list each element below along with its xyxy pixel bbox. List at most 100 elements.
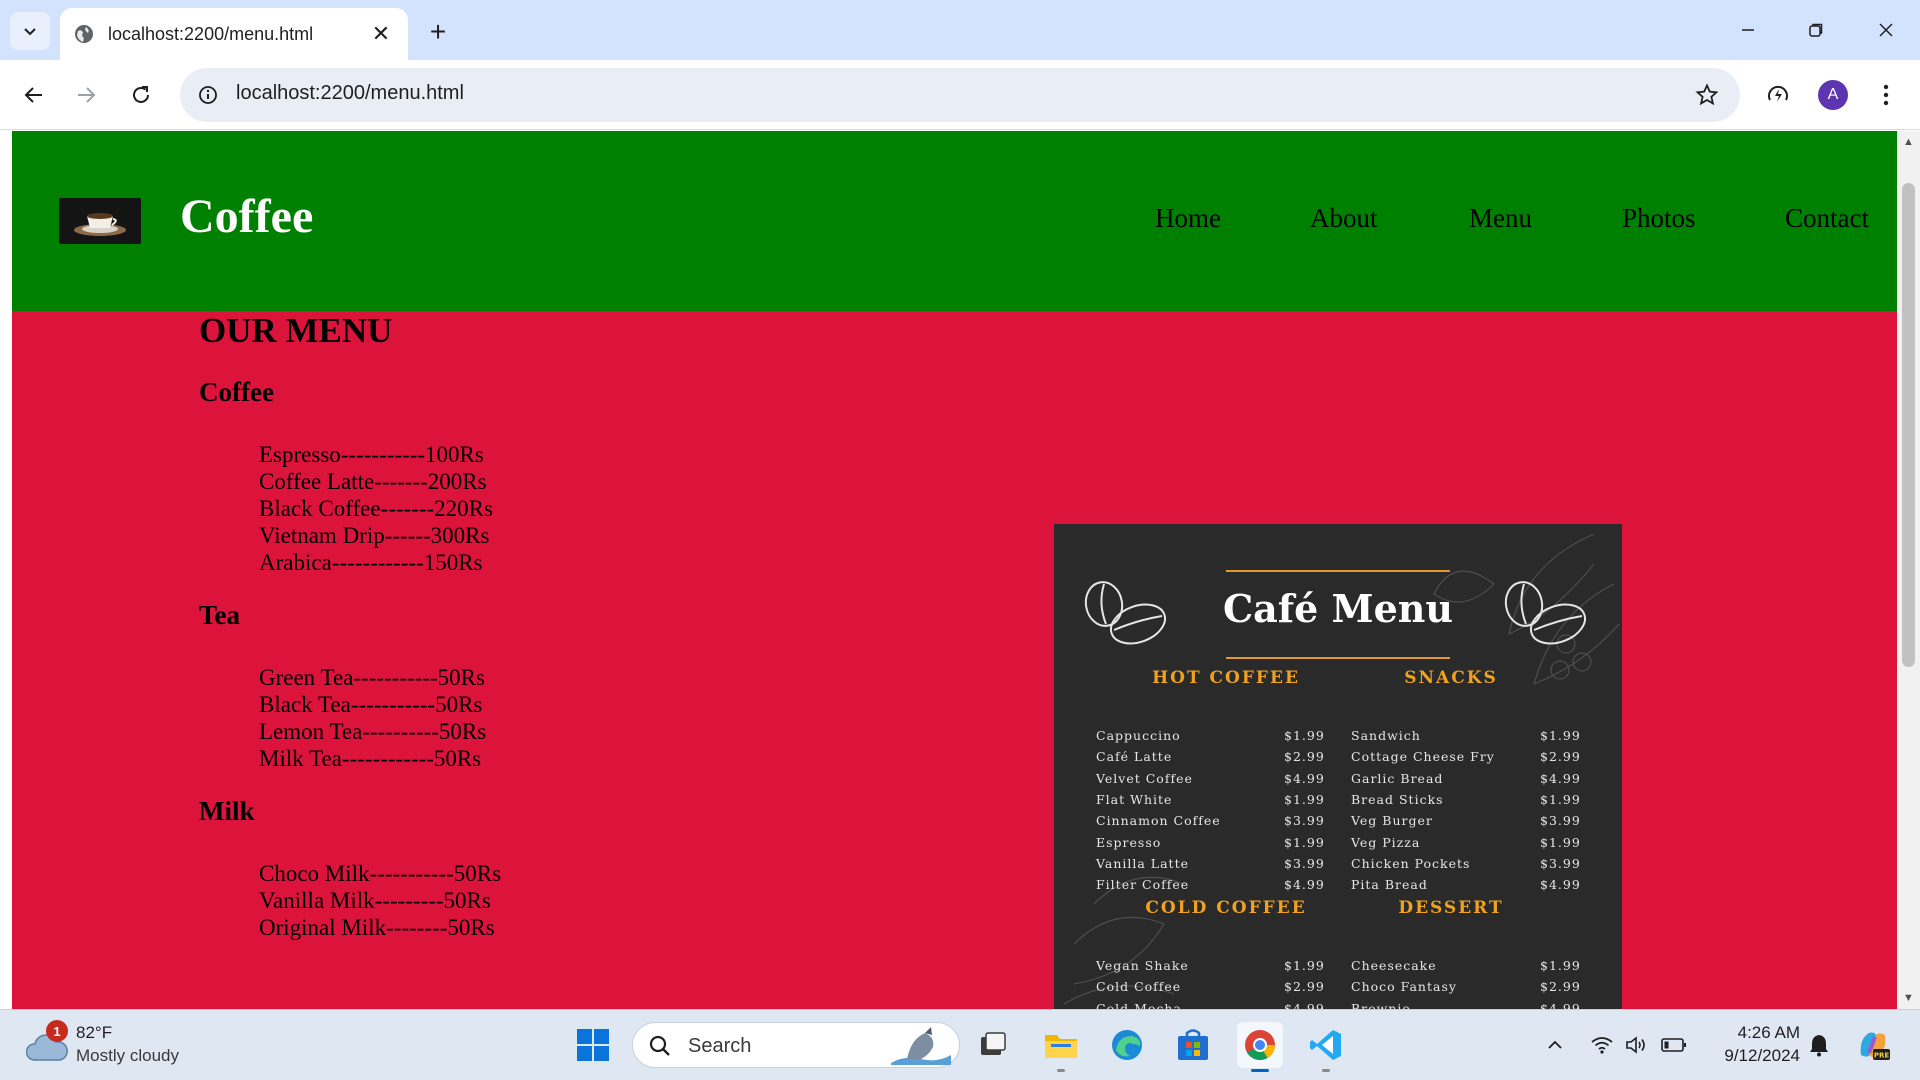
menu-section-title: COLD COFFEE [1145, 898, 1307, 918]
scroll-up-arrow-icon[interactable]: ▲ [1903, 137, 1914, 148]
site-title[interactable]: Coffee [180, 189, 313, 244]
clock-time: 4:26 AM [1737, 1023, 1800, 1042]
menu-item-price: $4.99 [1540, 1000, 1581, 1009]
list-item: Milk Tea------------50Rs [259, 746, 482, 771]
site-info-icon[interactable] [194, 81, 222, 109]
category-title-coffee: Coffee [199, 377, 274, 407]
page-scrollbar[interactable]: ▲ ▼ [1897, 131, 1920, 1009]
active-indicator [1251, 1069, 1269, 1072]
profile-button[interactable]: A [1813, 75, 1853, 115]
nav-menu[interactable]: Menu [1469, 203, 1532, 234]
task-view-button[interactable] [970, 1022, 1016, 1068]
tab-title: localhost:2200/menu.html [108, 23, 314, 44]
system-clock[interactable]: 4:26 AM 9/12/2024 [1700, 1021, 1800, 1067]
close-tab-icon[interactable]: ✕ [366, 19, 396, 49]
menu-item-price: $3.99 [1540, 855, 1581, 871]
list-item: Choco Milk-----------50Rs [259, 861, 502, 886]
menu-item-name: Veg Burger [1351, 813, 1433, 829]
menu-item-name: Cheesecake [1351, 958, 1437, 973]
performance-button[interactable] [1758, 75, 1798, 115]
coffee-cup-logo[interactable] [59, 198, 141, 244]
wifi-status[interactable] [1589, 1032, 1615, 1058]
browser-toolbar: localhost:2200/menu.html A [0, 60, 1920, 130]
speedometer-icon [1768, 85, 1788, 102]
menu-item-price: $4.99 [1540, 770, 1581, 786]
menu-item-name: Vegan Shake [1096, 958, 1189, 973]
browser-tab-strip: localhost:2200/menu.html ✕ + [0, 0, 1920, 60]
category-title-milk: Milk [199, 796, 255, 826]
menu-item-name: Veg Pizza [1351, 834, 1421, 850]
chevron-up-icon [1548, 1040, 1562, 1049]
show-hidden-icons-button[interactable] [1542, 1032, 1568, 1058]
file-explorer-button[interactable] [1038, 1022, 1084, 1072]
scroll-down-arrow-icon[interactable]: ▼ [1903, 993, 1914, 1004]
forward-button[interactable] [66, 75, 106, 115]
menu-item-name: Garlic Bread [1351, 770, 1444, 786]
menu-section-title: DESSERT [1398, 898, 1504, 918]
browser-menu-button[interactable] [1866, 75, 1906, 115]
new-tab-button[interactable]: + [420, 14, 456, 50]
back-button[interactable] [14, 75, 54, 115]
menu-item-name: Flat White [1096, 791, 1173, 807]
menu-item-name: Cold Coffee [1096, 979, 1182, 995]
list-item: Original Milk--------50Rs [259, 915, 495, 940]
microsoft-store-button[interactable] [1170, 1022, 1216, 1068]
avatar: A [1818, 80, 1848, 110]
start-button[interactable] [570, 1022, 616, 1068]
menu-item-name: Sandwich [1351, 728, 1421, 743]
bookmark-star-icon[interactable] [1692, 80, 1722, 110]
chrome-button[interactable] [1237, 1022, 1283, 1072]
menu-section: OUR MENU Coffee Espresso-----------100Rs… [12, 311, 1897, 1009]
nav-about[interactable]: About [1310, 203, 1378, 234]
scrollbar-thumb[interactable] [1902, 183, 1915, 667]
menu-item-price: $1.99 [1284, 728, 1325, 743]
list-item: Espresso-----------100Rs [259, 442, 484, 467]
menu-item-price: $3.99 [1284, 813, 1325, 829]
address-bar[interactable]: localhost:2200/menu.html [180, 68, 1740, 122]
menu-item-name: Filter Coffee [1096, 877, 1190, 893]
nav-contact[interactable]: Contact [1785, 203, 1869, 234]
minimize-button[interactable] [1720, 8, 1776, 52]
search-icon [649, 1035, 670, 1056]
copilot-button[interactable]: PRE [1855, 1027, 1891, 1063]
restore-button[interactable] [1788, 8, 1844, 52]
list-item: Coffee Latte-------200Rs [259, 469, 487, 494]
chevron-down-icon [24, 28, 36, 36]
battery-status[interactable] [1661, 1032, 1687, 1058]
menu-item-name: Espresso [1096, 834, 1162, 850]
menu-item-price: $4.99 [1284, 1000, 1325, 1009]
divider [1226, 570, 1450, 572]
menu-item-name: Vanilla Latte [1096, 855, 1189, 871]
menu-item-name: Bread Sticks [1351, 791, 1444, 807]
menu-item-price: $3.99 [1540, 813, 1581, 829]
site-header: Coffee Home About Menu Photos Contact [12, 131, 1897, 311]
menu-item-name: Café Latte [1096, 749, 1173, 765]
minimize-icon [1742, 29, 1754, 31]
volume-status[interactable] [1624, 1032, 1650, 1058]
arrow-right-icon [78, 87, 96, 103]
url-text[interactable]: localhost:2200/menu.html [236, 82, 464, 105]
list-item: Lemon Tea----------50Rs [259, 719, 487, 744]
svg-text:PRE: PRE [1874, 1052, 1890, 1060]
menu-item-name: Choco Fantasy [1351, 979, 1457, 995]
coffee-list: Espresso-----------100Rs Coffee Latte---… [259, 441, 493, 576]
menu-item-name: Cottage Cheese Fry [1351, 749, 1495, 765]
menu-heading: OUR MENU [199, 311, 393, 350]
nav-home[interactable]: Home [1155, 203, 1221, 234]
reload-button[interactable] [121, 75, 161, 115]
tab-search-button[interactable] [10, 12, 50, 50]
taskbar-search-box[interactable]: Search [632, 1022, 960, 1068]
nav-photos[interactable]: Photos [1622, 203, 1696, 234]
task-view-icon [981, 1032, 1006, 1055]
browser-tab[interactable]: localhost:2200/menu.html ✕ [60, 8, 408, 60]
notifications-button[interactable] [1806, 1032, 1832, 1058]
weather-widget[interactable]: 1 82°F Mostly cloudy [24, 1020, 214, 1070]
menu-item-price: $4.99 [1284, 877, 1325, 893]
close-window-button[interactable] [1858, 8, 1914, 52]
vscode-button[interactable] [1303, 1022, 1349, 1072]
chrome-icon [1245, 1030, 1275, 1061]
edge-button[interactable] [1104, 1022, 1150, 1068]
folder-icon [1045, 1035, 1077, 1058]
menu-item-name: Chicken Pockets [1351, 855, 1471, 871]
tea-list: Green Tea-----------50Rs Black Tea------… [259, 664, 486, 772]
